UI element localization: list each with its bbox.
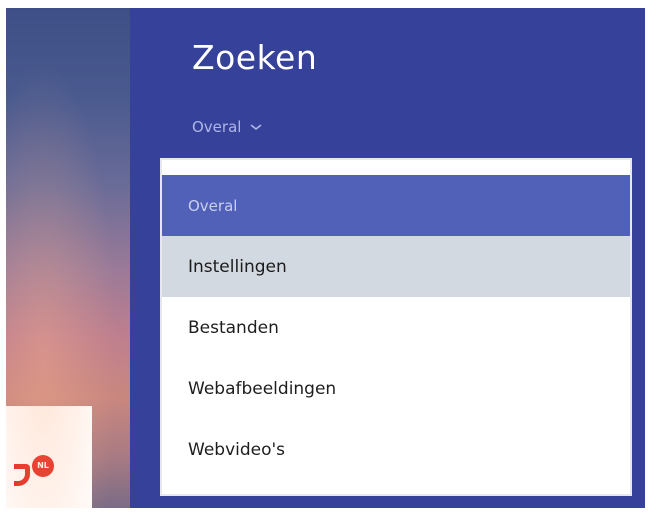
app-logo (14, 464, 30, 486)
search-charm-panel: Zoeken Overal Overal Instellingen Bestan… (130, 8, 645, 508)
chevron-down-icon (250, 124, 262, 131)
language-badge: NL (32, 455, 54, 477)
start-screen-background: NL (6, 8, 130, 508)
scope-option-bestanden[interactable]: Bestanden (162, 297, 630, 358)
app-tile[interactable]: NL (6, 406, 92, 508)
scope-option-webvideos[interactable]: Webvideo's (162, 419, 630, 480)
search-scope-list: Overal Instellingen Bestanden Webafbeeld… (160, 158, 632, 496)
scope-option-overal[interactable]: Overal (162, 175, 630, 236)
scope-option-instellingen[interactable]: Instellingen (162, 236, 630, 297)
search-title: Zoeken (192, 38, 318, 77)
screen: NL Zoeken Overal Overal Instellingen Bes… (6, 8, 645, 508)
search-scope-label: Overal (192, 118, 242, 136)
scope-option-webafbeeldingen[interactable]: Webafbeeldingen (162, 358, 630, 419)
search-scope-dropdown[interactable]: Overal (192, 118, 263, 136)
